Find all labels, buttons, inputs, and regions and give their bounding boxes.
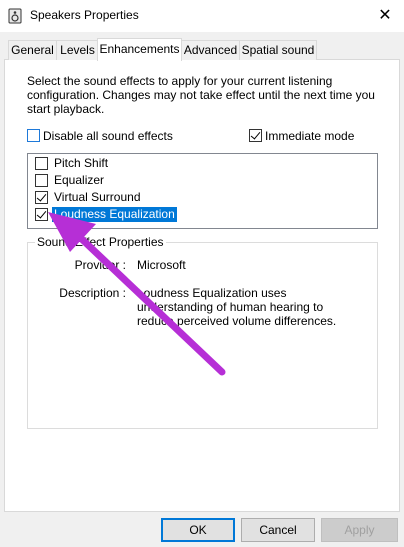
virtual-surround-checkbox[interactable] bbox=[35, 191, 48, 204]
speaker-icon bbox=[8, 8, 22, 24]
close-button[interactable]: ✕ bbox=[372, 4, 398, 28]
pitch-shift-checkbox[interactable] bbox=[35, 157, 48, 170]
tab-enhancements[interactable]: Enhancements bbox=[97, 38, 182, 61]
effects-list[interactable]: Pitch Shift Equalizer Virtual Surround L… bbox=[27, 153, 378, 229]
group-legend: Sound Effect Properties bbox=[35, 235, 166, 249]
provider-label: Provider : bbox=[74, 258, 126, 272]
ok-button[interactable]: OK bbox=[161, 518, 235, 542]
window-title: Speakers Properties bbox=[30, 8, 139, 22]
equalizer-checkbox[interactable] bbox=[35, 174, 48, 187]
list-item-equalizer[interactable]: Equalizer bbox=[28, 172, 358, 189]
list-item-label: Pitch Shift bbox=[54, 156, 109, 170]
tab-general[interactable]: General bbox=[8, 40, 57, 60]
description-label: Description : bbox=[59, 286, 126, 300]
provider-value: Microsoft bbox=[137, 258, 186, 272]
disable-all-label: Disable all sound effects bbox=[43, 129, 173, 143]
loudness-equalization-checkbox[interactable] bbox=[35, 208, 48, 221]
immediate-mode-label: Immediate mode bbox=[265, 129, 355, 143]
list-item-label: Equalizer bbox=[54, 173, 105, 187]
apply-button[interactable]: Apply bbox=[321, 518, 398, 542]
list-item-virtual-surround[interactable]: Virtual Surround bbox=[28, 189, 358, 206]
tab-advanced[interactable]: Advanced bbox=[181, 40, 240, 60]
description-value: Loudness Equalization uses understanding… bbox=[137, 286, 337, 328]
disable-all-checkbox[interactable] bbox=[27, 129, 40, 142]
enhancements-description: Select the sound effects to apply for yo… bbox=[27, 74, 375, 116]
cancel-button[interactable]: Cancel bbox=[241, 518, 315, 542]
immediate-mode-checkbox[interactable] bbox=[249, 129, 262, 142]
list-item-pitch-shift[interactable]: Pitch Shift bbox=[28, 155, 358, 172]
tab-levels[interactable]: Levels bbox=[56, 40, 99, 60]
tab-spatial-sound[interactable]: Spatial sound bbox=[239, 40, 317, 60]
list-item-label: Virtual Surround bbox=[54, 190, 141, 204]
close-icon: ✕ bbox=[378, 7, 392, 24]
list-item-loudness-equalization[interactable]: Loudness Equalization bbox=[28, 206, 358, 223]
list-item-label: Loudness Equalization bbox=[52, 207, 177, 222]
